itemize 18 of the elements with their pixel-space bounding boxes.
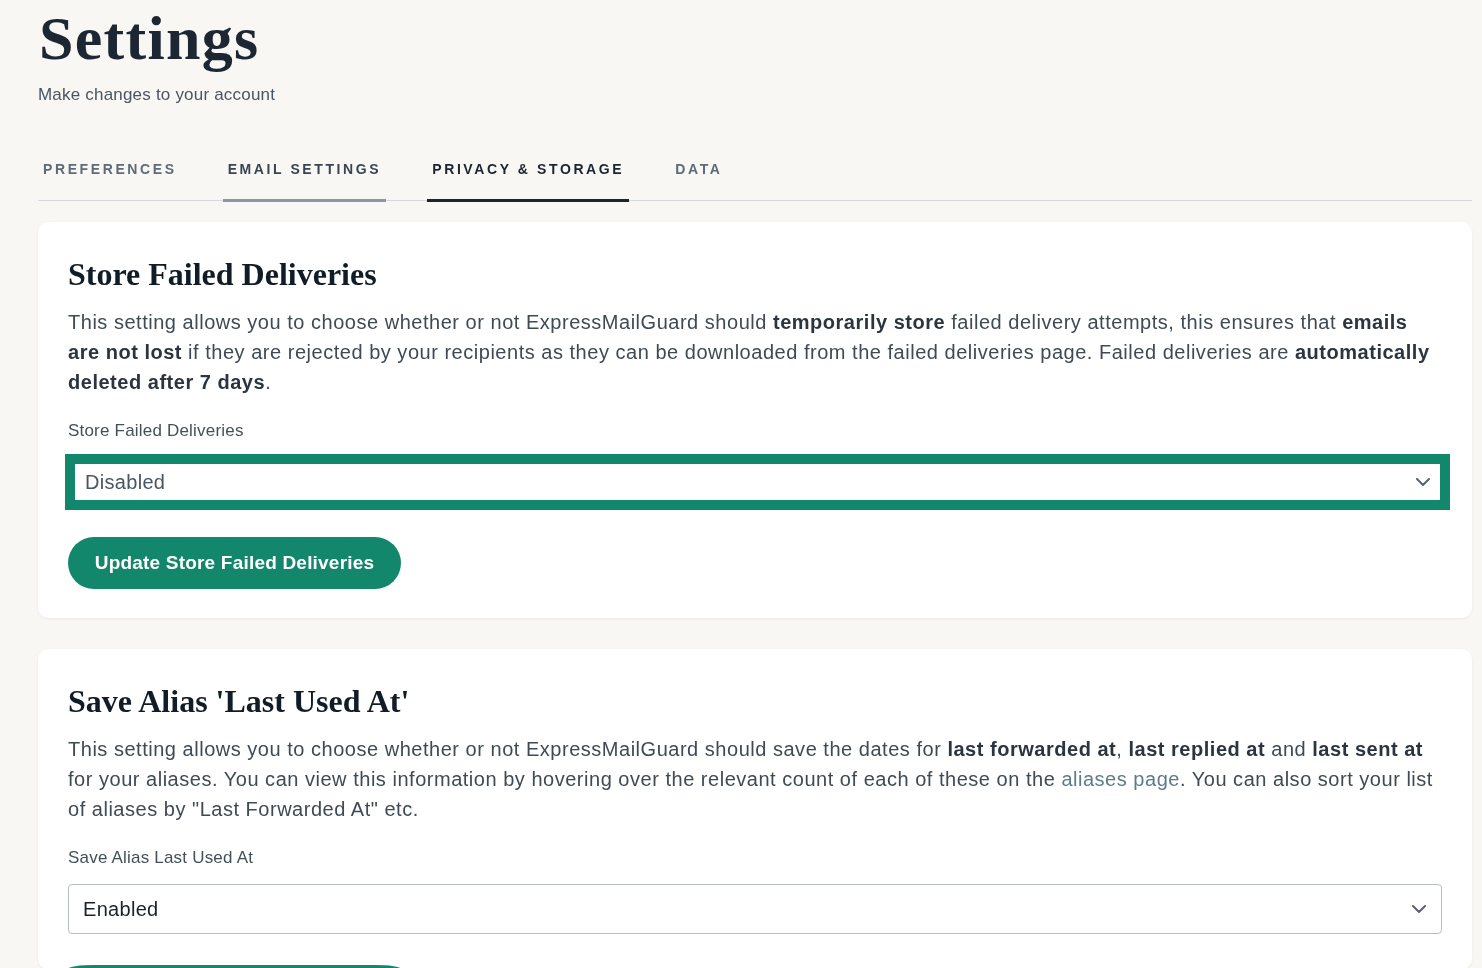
page-title: Settings	[39, 3, 260, 73]
card-title: Save Alias 'Last Used At'	[68, 682, 410, 721]
page-subtitle: Make changes to your account	[38, 84, 276, 106]
chevron-down-icon	[1412, 905, 1426, 913]
select-field[interactable]: Disabled	[65, 454, 1450, 510]
description: This setting allows you to choose whether or not ExpressMailGuard should save the dates for last forwarded at, last replied at and last sent at for your aliases. You can view this information by hovering over the relevant count of each of these on the aliases page. You can also sort your list of aliases by "Last Forwarded At" etc.	[68, 737, 1434, 822]
card-title: Store Failed Deliveries	[68, 255, 377, 294]
tab[interactable]: PRIVACY & STORAGE	[427, 145, 630, 202]
field-label: Save Alias Last Used At	[68, 847, 254, 869]
update-button[interactable]: Update Store Failed Deliveries	[68, 537, 401, 589]
tab[interactable]: EMAIL SETTINGS	[222, 145, 387, 202]
tab[interactable]: PREFERENCES	[38, 145, 182, 202]
tab[interactable]: DATA	[670, 145, 728, 202]
aliases-link[interactable]: aliases page	[1061, 768, 1180, 790]
description: This setting allows you to choose whether or not ExpressMailGuard should temporarily store failed delivery attempts, this ensures that emails are not lost if they are rejected by your recipients as they can be downloaded from the failed deliveries page. Failed deliveries are automatically deleted after 7 days.	[68, 310, 1431, 395]
chevron-down-icon	[1416, 478, 1430, 486]
select-field[interactable]: Enabled	[68, 884, 1442, 934]
field-label: Store Failed Deliveries	[68, 420, 244, 442]
